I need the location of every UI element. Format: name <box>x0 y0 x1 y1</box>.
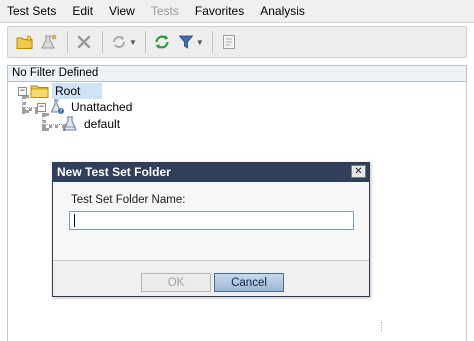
toolbar-separator <box>144 31 146 53</box>
close-icon: ✕ <box>354 165 363 177</box>
folder-name-label: Test Set Folder Name: <box>71 194 186 206</box>
new-test-set-folder-dialog: New Test Set Folder ✕ Test Set Folder Na… <box>52 162 370 297</box>
menu-favorites[interactable]: Favorites <box>187 0 252 22</box>
test-set-icon <box>63 116 77 131</box>
dialog-title-bar: New Test Set Folder ✕ <box>53 163 369 182</box>
test-set-unattached-icon: ? <box>50 99 64 115</box>
menu-analysis[interactable]: Analysis <box>252 0 313 22</box>
tree-node-unattached[interactable]: − ? Unattached <box>37 99 135 115</box>
tree-node-default[interactable]: default <box>62 116 123 132</box>
toolbar-separator <box>102 31 103 53</box>
collapse-root-icon[interactable]: − <box>18 86 27 96</box>
menu-bar: Test Sets Edit View Tests Favorites Anal… <box>0 0 474 23</box>
tree-connector <box>22 107 38 111</box>
new-folder-icon <box>16 34 33 49</box>
svg-text:?: ? <box>60 109 63 115</box>
cancel-button[interactable]: Cancel <box>214 273 284 292</box>
tree-node-label: Unattached <box>71 100 133 114</box>
delete-icon <box>77 35 91 49</box>
filter-status-bar: No Filter Defined <box>7 65 467 82</box>
dialog-title: New Test Set Folder <box>57 165 171 179</box>
filter-icon <box>178 35 194 49</box>
collapse-unattached-icon[interactable]: − <box>37 102 46 112</box>
tree-connector <box>42 113 46 131</box>
dialog-body: Test Set Folder Name: <box>53 182 369 261</box>
menu-view[interactable]: View <box>101 0 143 22</box>
filter-button[interactable] <box>175 31 197 53</box>
refresh-dropdown-icon <box>113 36 125 48</box>
ok-button[interactable]: OK <box>141 273 211 292</box>
refresh-dropdown-button[interactable] <box>108 31 130 53</box>
close-button[interactable]: ✕ <box>351 165 366 178</box>
details-icon <box>222 35 235 49</box>
toolbar-separator <box>67 31 68 53</box>
divider <box>381 322 383 332</box>
delete-button[interactable] <box>73 31 95 53</box>
menu-tests[interactable]: Tests <box>143 0 187 22</box>
tree-node-label: default <box>84 117 121 131</box>
menu-edit[interactable]: Edit <box>64 0 101 22</box>
text-cursor <box>74 214 75 227</box>
folder-icon <box>30 85 49 98</box>
folder-name-input[interactable] <box>69 211 354 230</box>
new-test-set-button[interactable] <box>38 31 60 53</box>
toolbar: ▼ ▼ <box>7 26 467 58</box>
refresh-button[interactable] <box>151 31 173 53</box>
details-button[interactable] <box>218 31 240 53</box>
refresh-icon <box>155 35 169 49</box>
toolbar-separator <box>211 31 213 53</box>
chevron-down-icon[interactable]: ▼ <box>129 38 137 47</box>
chevron-down-icon[interactable]: ▼ <box>196 38 204 47</box>
menu-test-sets[interactable]: Test Sets <box>0 0 64 22</box>
tree-node-root[interactable]: − Root <box>18 83 103 99</box>
tree-node-label: Root <box>52 83 103 99</box>
new-test-set-icon <box>41 34 57 49</box>
new-folder-button[interactable] <box>14 31 36 53</box>
